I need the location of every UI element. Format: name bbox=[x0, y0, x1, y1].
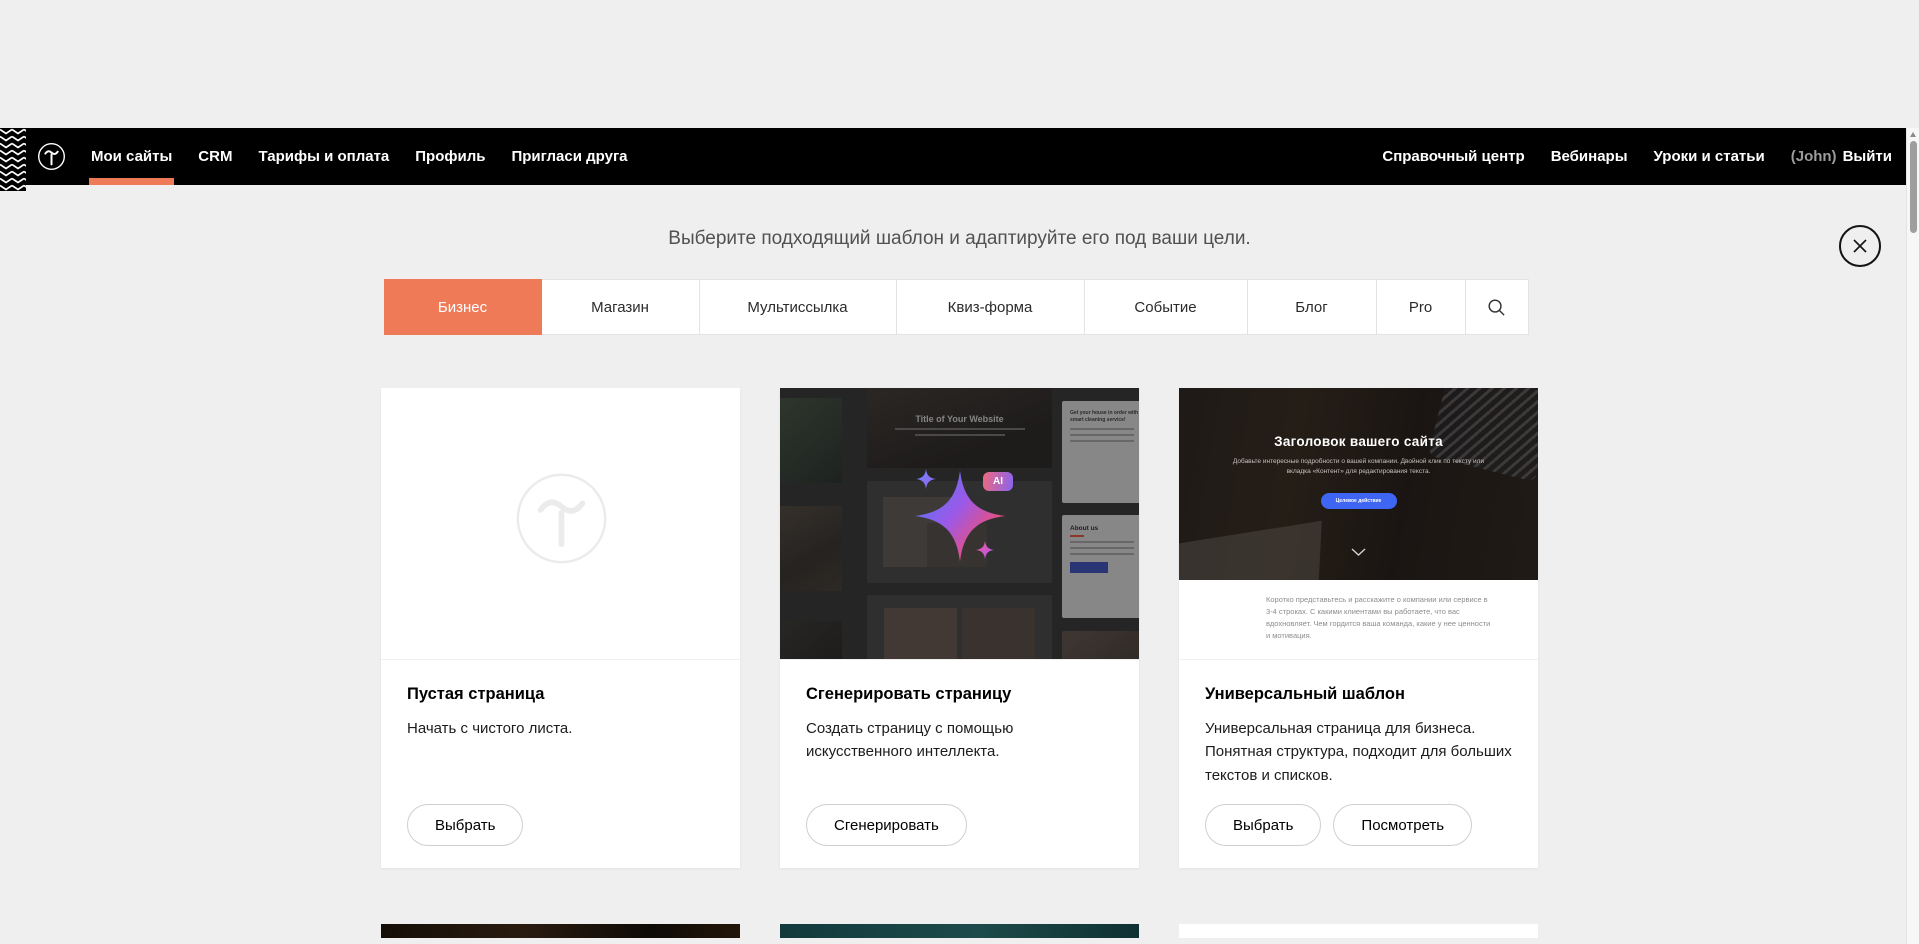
template-card-partial[interactable] bbox=[1179, 924, 1538, 938]
nav-crm[interactable]: CRM bbox=[198, 128, 232, 185]
card-description: Создать страницу с помощью искусственног… bbox=[806, 717, 1113, 764]
zigzag-pattern bbox=[0, 128, 26, 191]
chevron-down-icon bbox=[1351, 548, 1366, 556]
nav-my-sites[interactable]: Мои сайты bbox=[91, 128, 172, 185]
card-title: Универсальный шаблон bbox=[1205, 685, 1512, 704]
tab-quiz[interactable]: Квиз-форма bbox=[896, 279, 1085, 335]
logout-link[interactable]: Выйти bbox=[1843, 148, 1892, 165]
user-logout[interactable]: (John) Выйти bbox=[1791, 128, 1892, 185]
tab-event[interactable]: Событие bbox=[1084, 279, 1248, 335]
choose-blank-button[interactable]: Выбрать bbox=[407, 804, 523, 846]
template-heading: Заголовок вашего сайта bbox=[1274, 434, 1443, 449]
template-card-partial[interactable] bbox=[381, 924, 740, 938]
next-templates-row bbox=[381, 924, 1538, 938]
top-navbar: Мои сайты CRM Тарифы и оплата Профиль Пр… bbox=[0, 128, 1919, 185]
ai-sparkle-small-icon bbox=[915, 468, 937, 490]
template-hero-image: Заголовок вашего сайта Добавьте интересн… bbox=[1179, 388, 1538, 580]
tilda-logo-icon[interactable] bbox=[35, 140, 68, 173]
main-nav: Мои сайты CRM Тарифы и оплата Профиль Пр… bbox=[91, 128, 628, 185]
view-template-button[interactable]: Посмотреть bbox=[1333, 804, 1472, 846]
ai-preview: Title of Your Website Get your house in … bbox=[780, 388, 1139, 660]
nav-lessons[interactable]: Уроки и статьи bbox=[1654, 128, 1765, 185]
card-actions: Сгенерировать bbox=[806, 804, 1113, 846]
scroll-up-arrow-icon[interactable] bbox=[1910, 132, 1916, 137]
card-blank-page: Пустая страница Начать с чистого листа. … bbox=[381, 388, 740, 868]
card-actions: Выбрать bbox=[407, 804, 714, 846]
blank-page-body: Пустая страница Начать с чистого листа. … bbox=[381, 660, 740, 868]
ai-badge: AI bbox=[983, 472, 1013, 491]
card-title: Сгенерировать страницу bbox=[806, 685, 1113, 704]
template-body-text: Коротко представьтесь и расскажите о ком… bbox=[1266, 594, 1494, 642]
tab-store[interactable]: Магазин bbox=[541, 279, 700, 335]
card-description: Универсальная страница для бизнеса. Поня… bbox=[1205, 717, 1512, 787]
nav-tariffs[interactable]: Тарифы и оплата bbox=[258, 128, 389, 185]
secondary-nav: Справочный центр Вебинары Уроки и статьи… bbox=[1382, 128, 1892, 185]
nav-invite-friend[interactable]: Пригласи друга bbox=[511, 128, 627, 185]
ai-card-body: Сгенерировать страницу Создать страницу … bbox=[780, 660, 1139, 868]
universal-template-preview: Заголовок вашего сайта Добавьте интересн… bbox=[1179, 388, 1538, 660]
template-card-partial[interactable] bbox=[780, 924, 1139, 938]
nav-help-center[interactable]: Справочный центр bbox=[1382, 128, 1524, 185]
template-cards-row: Пустая страница Начать с чистого листа. … bbox=[381, 388, 1538, 868]
tab-pro[interactable]: Pro bbox=[1376, 279, 1466, 335]
page-subtitle: Выберите подходящий шаблон и адаптируйте… bbox=[0, 228, 1919, 250]
card-title: Пустая страница bbox=[407, 685, 714, 704]
ai-sparkle-small-icon bbox=[975, 540, 995, 560]
template-category-tabs: Бизнес Магазин Мультиссылка Квиз-форма С… bbox=[384, 279, 1536, 335]
tab-multilink[interactable]: Мультиссылка bbox=[699, 279, 897, 335]
scrollbar[interactable] bbox=[1906, 128, 1919, 944]
generate-button[interactable]: Сгенерировать bbox=[806, 804, 967, 846]
user-name: (John) bbox=[1791, 148, 1837, 165]
nav-webinars[interactable]: Вебинары bbox=[1551, 128, 1628, 185]
blank-page-preview bbox=[381, 388, 740, 660]
scrollbar-thumb[interactable] bbox=[1910, 141, 1917, 233]
tab-business[interactable]: Бизнес bbox=[384, 279, 542, 335]
nav-profile[interactable]: Профиль bbox=[415, 128, 485, 185]
card-universal-template: Заголовок вашего сайта Добавьте интересн… bbox=[1179, 388, 1538, 868]
template-subheading: Добавьте интересные подробности о вашей … bbox=[1233, 457, 1485, 478]
close-icon bbox=[1851, 237, 1869, 255]
close-button[interactable] bbox=[1839, 225, 1881, 267]
tab-search[interactable] bbox=[1465, 279, 1529, 335]
card-actions: Выбрать Посмотреть bbox=[1205, 804, 1512, 846]
tab-blog[interactable]: Блог bbox=[1247, 279, 1377, 335]
card-ai-generate: Title of Your Website Get your house in … bbox=[780, 388, 1139, 868]
search-icon bbox=[1487, 298, 1506, 317]
template-cta-button: Целевое действие bbox=[1321, 493, 1397, 509]
choose-template-button[interactable]: Выбрать bbox=[1205, 804, 1321, 846]
card-description: Начать с чистого листа. bbox=[407, 717, 714, 740]
tilda-watermark-icon bbox=[514, 471, 609, 566]
universal-card-body: Универсальный шаблон Универсальная стран… bbox=[1179, 660, 1538, 868]
